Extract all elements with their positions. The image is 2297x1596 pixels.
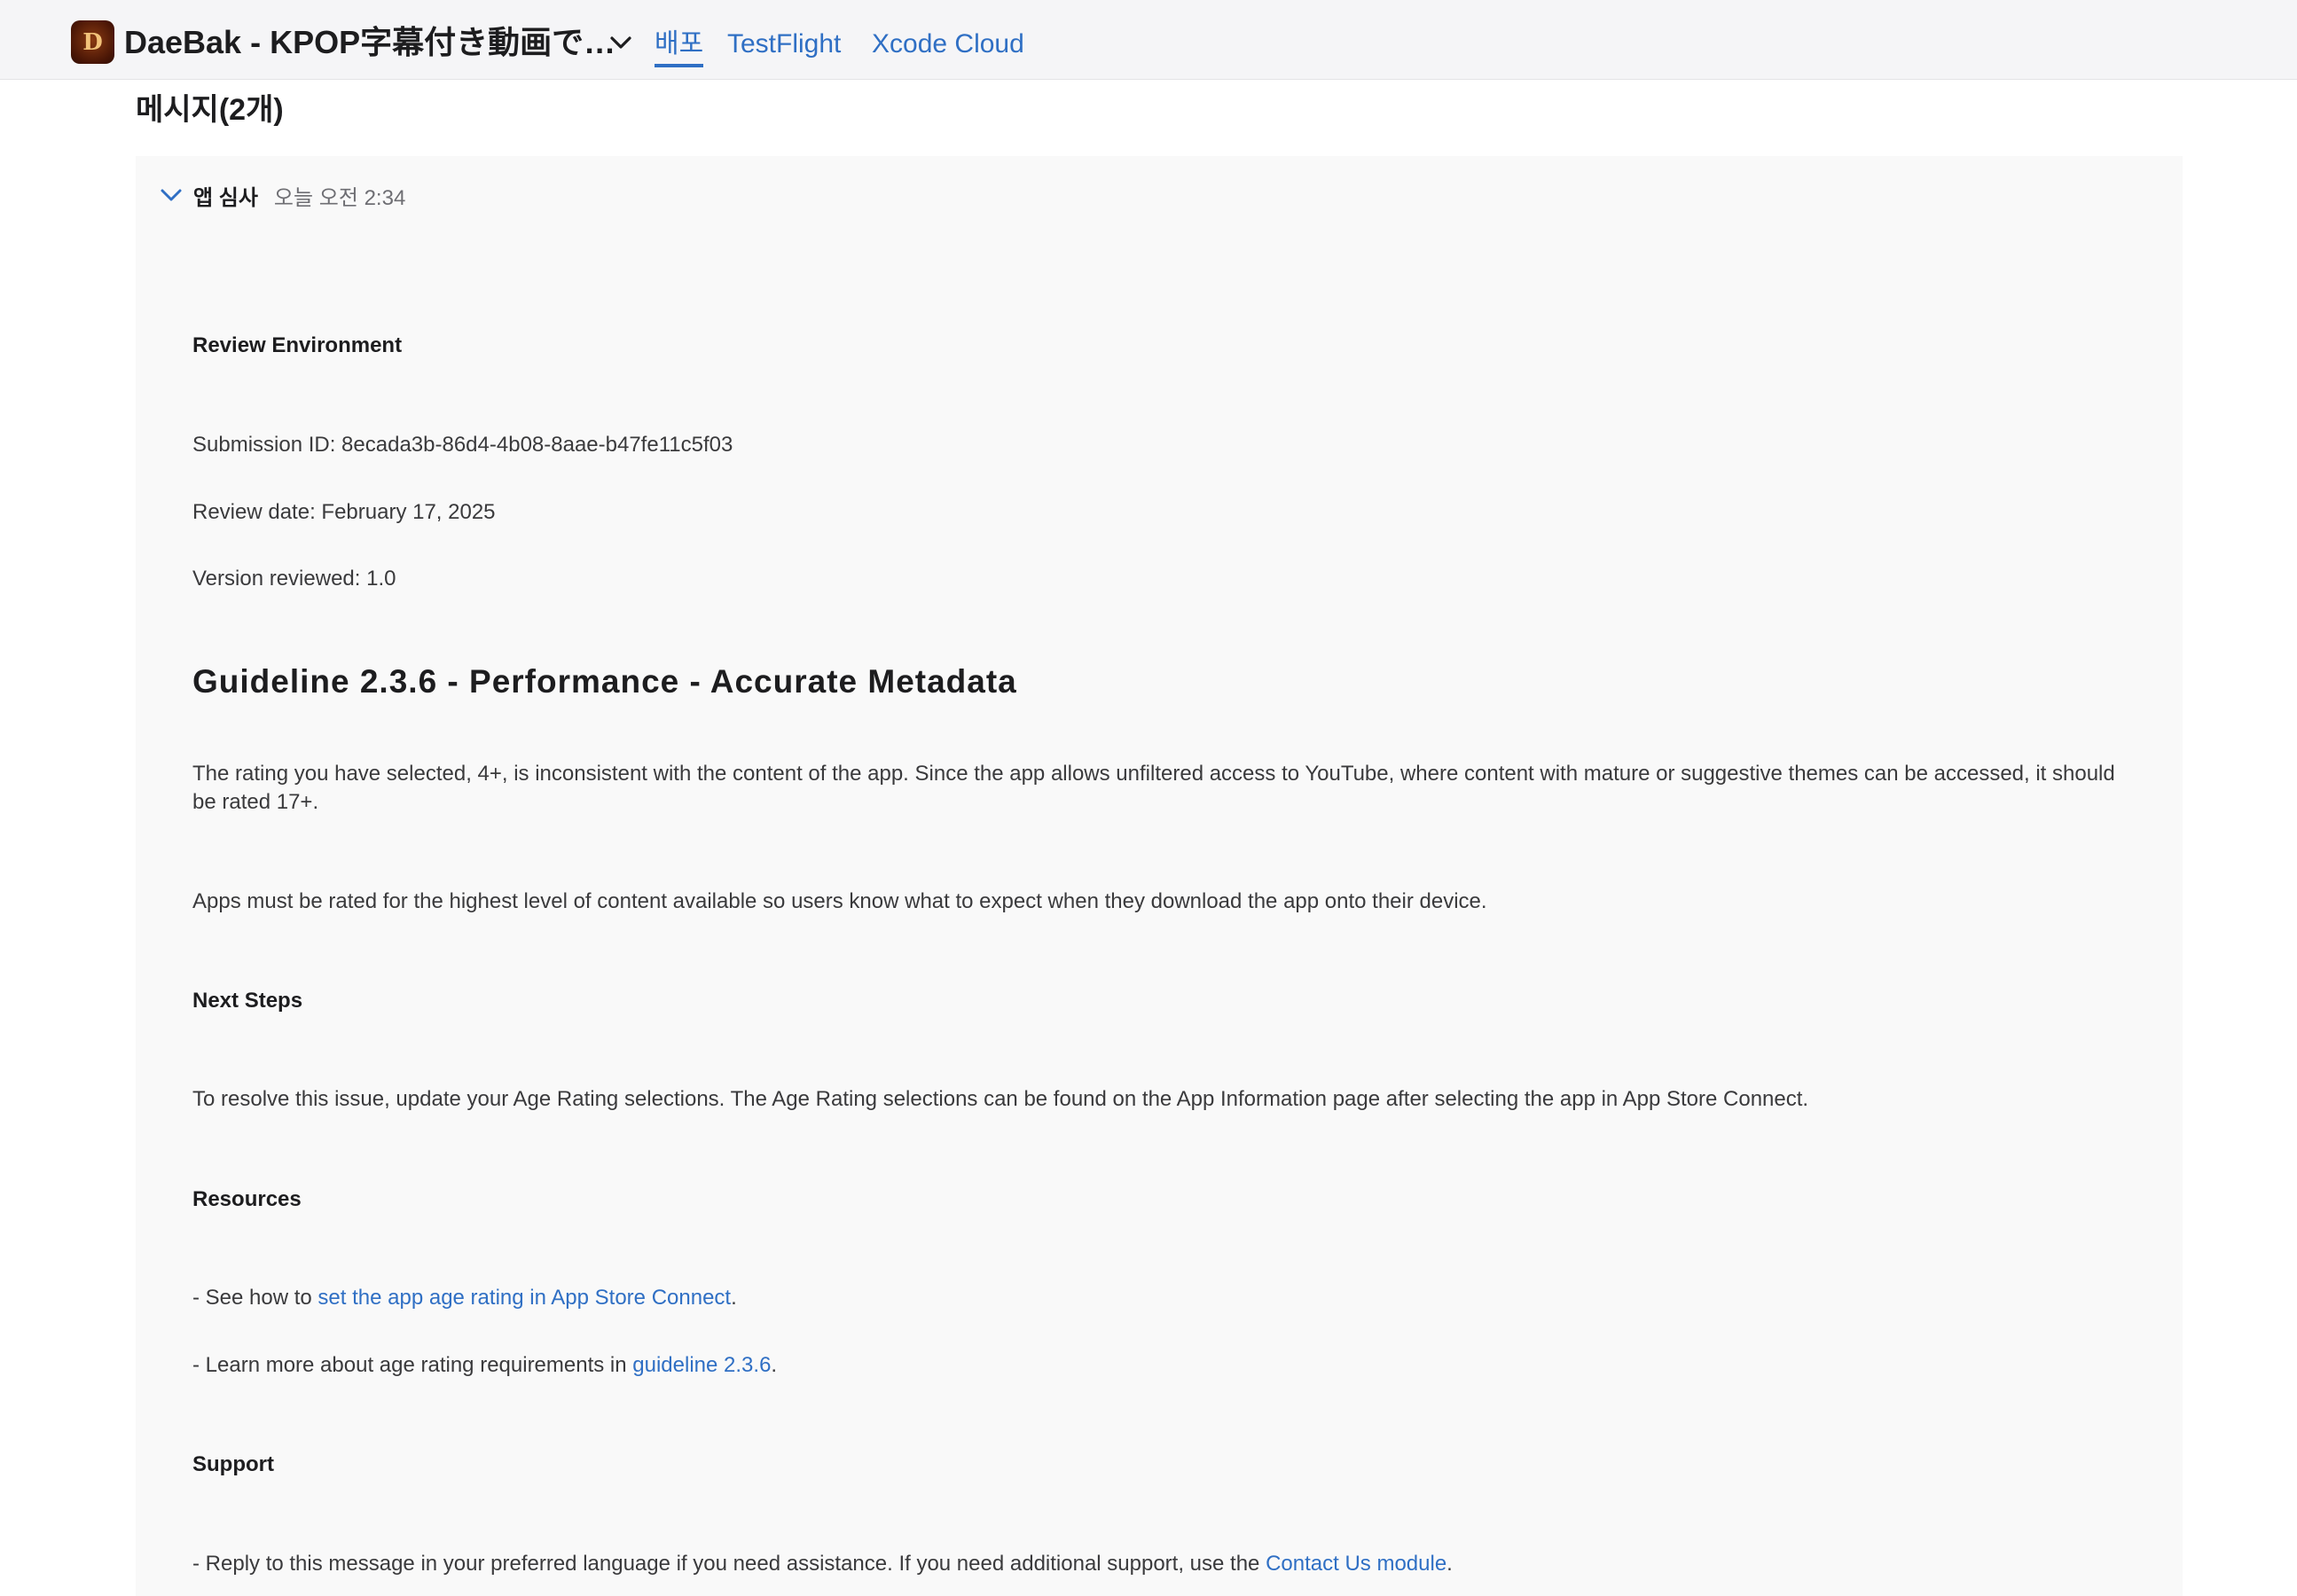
support-text: - Reply to this message in your preferre… [192,1550,1453,1578]
chevron-down-icon[interactable] [608,32,633,53]
version-reviewed: Version reviewed: 1.0 [192,567,396,591]
app-icon-letter: D [82,28,103,56]
resource-prefix: - Learn more about age rating requiremen… [192,1353,633,1377]
resource-item-guideline: - Learn more about age rating requiremen… [192,1351,777,1380]
age-rating-help-link[interactable]: set the app age rating in App Store Conn… [318,1286,731,1310]
submission-id: Submission ID: 8ecada3b-86d4-4b08-8aae-b… [192,433,733,457]
top-navigation-bar: D DaeBak - KPOP字幕付き動画で… 배포 TestFlight Xc… [0,0,2297,80]
next-steps-text: To resolve this issue, update your Age R… [192,1087,1809,1111]
paragraph-rating-inconsistent: The rating you have selected, 4+, is inc… [192,762,2115,814]
support-heading: Support [192,1452,274,1476]
message-timestamp: 오늘 오전 2:34 [273,185,406,210]
message-panel: 앱 심사 오늘 오전 2:34 Review Environment Submi… [136,156,2183,1596]
next-steps-heading: Next Steps [192,989,303,1013]
review-environment-heading: Review Environment [192,333,403,357]
support-prefix: - Reply to this message in your preferre… [192,1552,1266,1576]
guideline-link[interactable]: guideline 2.3.6 [632,1353,771,1377]
app-icon[interactable]: D [71,20,114,64]
chevron-down-icon[interactable] [160,186,183,204]
paragraph-highest-level: Apps must be rated for the highest level… [192,889,1487,913]
support-suffix: . [1446,1552,1453,1576]
contact-us-link[interactable]: Contact Us module [1266,1552,1446,1576]
resource-prefix: - See how to [192,1286,318,1310]
resource-suffix: . [731,1286,737,1310]
tab-xcode-cloud[interactable]: Xcode Cloud [872,25,1024,67]
app-title[interactable]: DaeBak - KPOP字幕付き動画で… [124,21,615,64]
resource-item-age-rating: - See how to set the app age rating in A… [192,1284,737,1312]
message-sender: 앱 심사 [193,185,258,210]
resources-heading: Resources [192,1187,302,1211]
page-title: 메시지(2개) [136,93,284,127]
review-date: Review date: February 17, 2025 [192,500,496,524]
message-header[interactable]: 앱 심사 오늘 오전 2:34 [160,177,405,213]
tab-testflight[interactable]: TestFlight [727,25,841,67]
resource-suffix: . [771,1353,778,1377]
tab-distribution[interactable]: 배포 [655,25,704,67]
guideline-heading: Guideline 2.3.6 - Performance - Accurate… [192,663,1017,700]
